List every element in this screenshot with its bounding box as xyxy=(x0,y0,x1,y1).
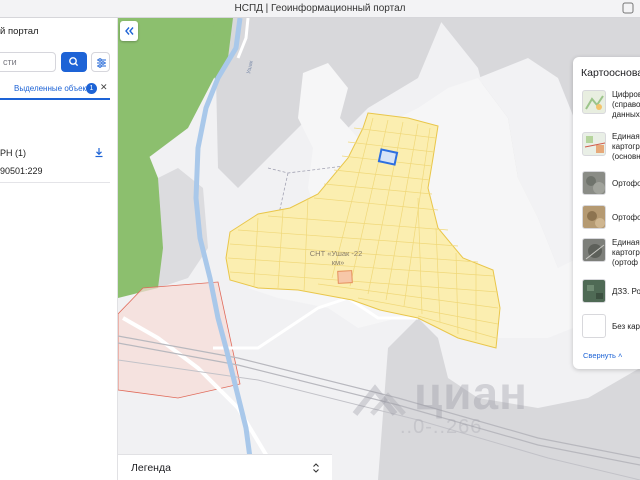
snt-label-second: км» xyxy=(332,258,345,267)
search-icon xyxy=(69,57,79,67)
map-canvas[interactable]: СНТ «Ушак -22 км» Ушак xyxy=(118,18,640,480)
orthophoto-icon xyxy=(582,171,606,195)
sidebar-panel: й портал сти Выделенные объекты 1 ✕ РН (… xyxy=(0,18,118,480)
basemap-option-label: Без карт xyxy=(612,322,640,331)
basemap-option-label: Единая картогр (ортоф xyxy=(612,238,640,267)
tab-selected-objects[interactable]: Выделенные объекты xyxy=(14,84,96,93)
basemap-option-unified-ortho[interactable]: Единая картогр (ортоф xyxy=(582,238,640,268)
collapse-sidebar-button[interactable] xyxy=(120,21,138,41)
divider xyxy=(0,182,110,183)
digital-map-icon xyxy=(582,90,606,114)
basemap-option-none[interactable]: Без карт xyxy=(582,314,640,344)
basemap-option-ortho1[interactable]: Ортофо xyxy=(582,171,640,201)
basemap-option-label: Ортофо xyxy=(612,179,640,188)
basemap-panel-title: Картооснова xyxy=(581,67,640,79)
filter-icon xyxy=(97,58,106,68)
road xyxy=(213,296,349,350)
collapse-basemap-button[interactable]: Свернуть ˄ xyxy=(583,351,622,360)
window-control-icon[interactable] xyxy=(622,2,634,14)
double-chevron-left-icon xyxy=(125,27,134,35)
search-button[interactable] xyxy=(61,52,87,72)
close-icon[interactable]: ✕ xyxy=(100,82,108,93)
cadastral-number[interactable]: 90501:229 xyxy=(0,166,43,176)
search-input[interactable]: сти xyxy=(0,52,56,72)
basemap-option-digital[interactable]: Цифров (справо данных xyxy=(582,90,640,120)
selected-count-badge: 1 xyxy=(86,83,97,94)
chevron-up-icon: ˄ xyxy=(618,351,623,360)
selected-parcel xyxy=(377,148,399,166)
snt-label: СНТ «Ушак -22 xyxy=(310,249,363,258)
unified-map-icon xyxy=(582,132,606,156)
legend-label: Легенда xyxy=(131,462,171,474)
active-tab-indicator xyxy=(0,98,110,100)
filter-button[interactable] xyxy=(91,52,110,72)
basemap-option-unified[interactable]: Единая картогр (основн xyxy=(582,132,640,162)
basemap-panel: Картооснова Цифров (справо данных Единая… xyxy=(573,57,640,369)
download-icon[interactable] xyxy=(94,147,104,158)
egrn-section-label[interactable]: РН (1) xyxy=(0,148,26,158)
basemap-option-satellite[interactable]: ДЗЗ. Ро xyxy=(582,279,640,309)
collapse-label: Свернуть xyxy=(583,351,616,360)
window-title: НСПД | Геоинформационный портал xyxy=(234,3,406,14)
forest-area xyxy=(118,153,163,298)
basemap-option-label: Единая картогр (основн xyxy=(612,132,640,161)
blank-map-icon xyxy=(582,314,606,338)
window-titlebar: НСПД | Геоинформационный портал xyxy=(0,0,640,18)
unified-ortho-icon xyxy=(582,238,606,262)
orthophoto-icon xyxy=(582,205,606,229)
basemap-option-label: Ортофо xyxy=(612,213,640,222)
legend-bar[interactable]: Легенда xyxy=(118,454,332,480)
satellite-icon xyxy=(582,279,606,303)
basemap-option-label: ДЗЗ. Ро xyxy=(612,287,640,296)
portal-title: й портал xyxy=(0,26,39,37)
basemap-option-ortho2[interactable]: Ортофо xyxy=(582,205,640,235)
expand-collapse-icon[interactable] xyxy=(312,462,320,474)
basemap-option-label: Цифров (справо данных xyxy=(612,90,640,119)
